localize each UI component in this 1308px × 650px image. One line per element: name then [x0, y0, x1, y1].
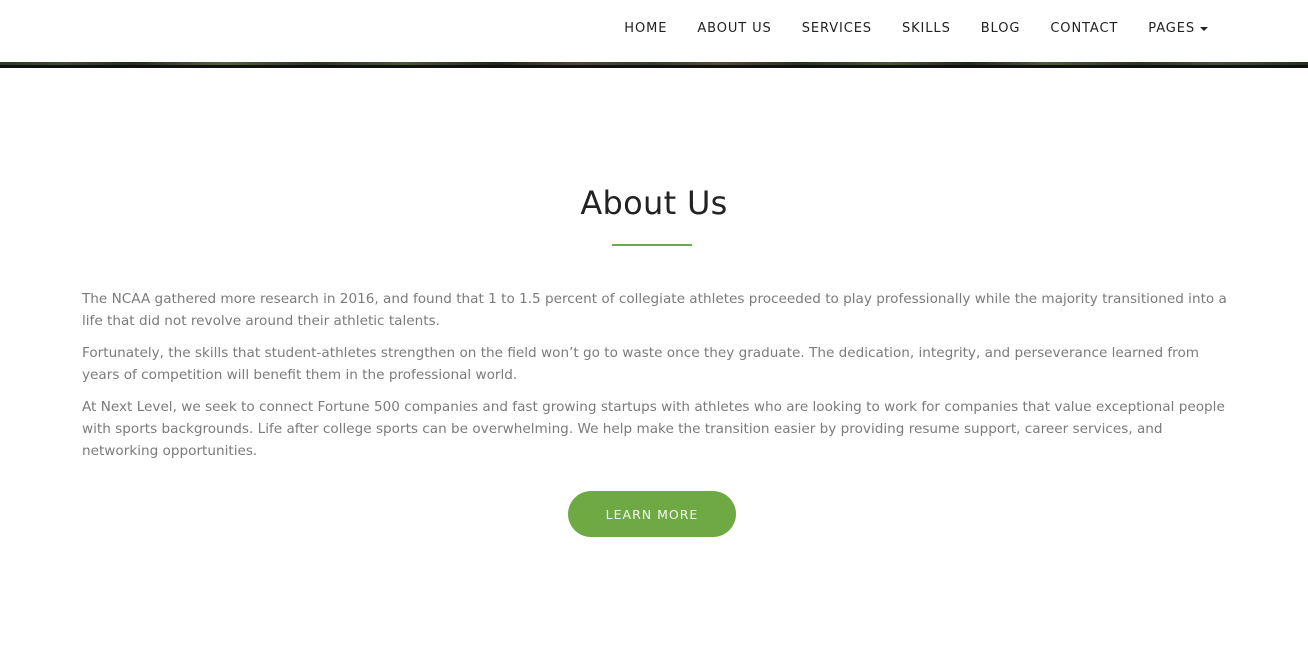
nav-item-about-us[interactable]: ABOUT US [697, 21, 771, 36]
nav-item-services[interactable]: SERVICES [802, 21, 872, 36]
nav-item-label: PAGES [1148, 21, 1195, 36]
nav-item-label: SKILLS [901, 21, 951, 36]
nav-item-label: HOME [624, 21, 668, 36]
nav-item-skills[interactable]: SKILLS [902, 21, 951, 36]
top-navbar: HOME ABOUT US SERVICES SKILLS BLOG CONTA… [0, 0, 1308, 62]
nav-item-label: CONTACT [1050, 21, 1119, 36]
nav-item-label: ABOUT US [697, 21, 772, 36]
about-paragraph: The NCAA gathered more research in 2016,… [82, 291, 1227, 329]
main-nav: HOME ABOUT US SERVICES SKILLS BLOG CONTA… [624, 0, 1208, 57]
about-paragraph: Fortunately, the skills that student-ath… [82, 345, 1200, 383]
nav-item-label: BLOG [980, 21, 1021, 36]
nav-item-blog[interactable]: BLOG [981, 21, 1021, 36]
about-text: The NCAA gathered more research in 2016,… [82, 288, 1227, 472]
title-divider [612, 244, 692, 246]
section-title: About Us [580, 184, 728, 222]
hero-image-strip [0, 62, 1308, 68]
caret-down-icon [1200, 27, 1208, 31]
about-paragraph: At Next Level, we seek to connect Fortun… [82, 399, 1225, 459]
nav-item-contact[interactable]: CONTACT [1050, 21, 1118, 36]
nav-item-label: SERVICES [801, 21, 872, 36]
nav-item-pages-dropdown[interactable]: PAGES [1148, 21, 1208, 36]
nav-item-home[interactable]: HOME [624, 21, 667, 36]
learn-more-button[interactable]: LEARN MORE [568, 491, 736, 537]
